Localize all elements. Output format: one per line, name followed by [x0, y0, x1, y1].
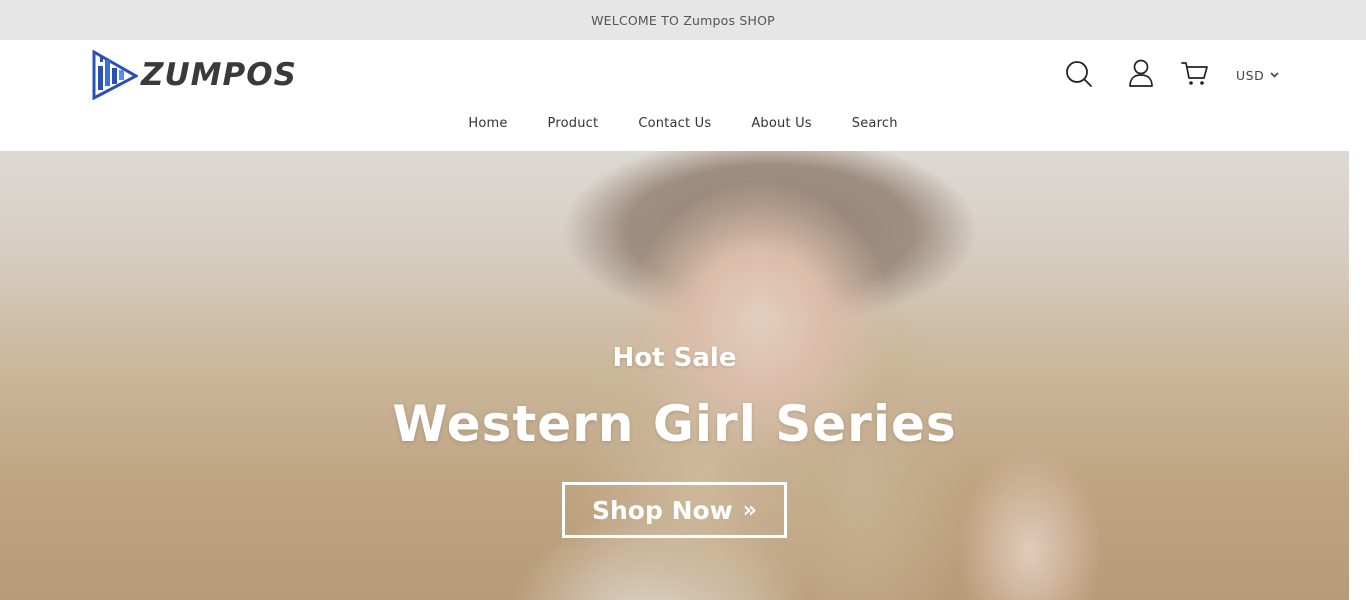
cart-button[interactable] [1180, 60, 1210, 88]
logo-text: ZUMPOS [141, 57, 297, 93]
search-button[interactable] [1064, 59, 1094, 89]
nav-item-home[interactable]: Home [468, 116, 507, 136]
shop-now-label: Shop Now [592, 495, 733, 525]
account-icon [1129, 59, 1153, 87]
logo-mark-icon [92, 50, 138, 100]
hero-banner[interactable]: Hot Sale Western Girl Series Shop Now » [0, 151, 1349, 600]
announcement-bar: WELCOME TO Zumpos SHOP [0, 0, 1366, 40]
nav-item-contact-us[interactable]: Contact Us [638, 116, 711, 136]
account-button[interactable] [1127, 58, 1155, 88]
currency-selector[interactable]: USD [1236, 66, 1279, 84]
chevron-down-icon [1270, 72, 1279, 78]
announcement-text: WELCOME TO Zumpos SHOP [591, 12, 775, 28]
nav-item-product[interactable]: Product [548, 116, 599, 136]
currency-label: USD [1236, 67, 1265, 83]
cart-icon [1181, 62, 1208, 85]
search-icon [1066, 61, 1092, 87]
site-logo[interactable]: ZUMPOS [92, 50, 297, 100]
nav-item-search[interactable]: Search [852, 116, 898, 136]
main-nav: Home Product Contact Us About Us Search [0, 116, 1366, 136]
hero-title: Western Girl Series [392, 395, 957, 453]
double-chevron-right-icon: » [742, 497, 757, 523]
page-scrollbar[interactable] [1349, 151, 1366, 600]
hero-subtitle: Hot Sale [612, 343, 737, 373]
nav-item-about-us[interactable]: About Us [751, 116, 811, 136]
shop-now-button[interactable]: Shop Now » [562, 482, 787, 538]
